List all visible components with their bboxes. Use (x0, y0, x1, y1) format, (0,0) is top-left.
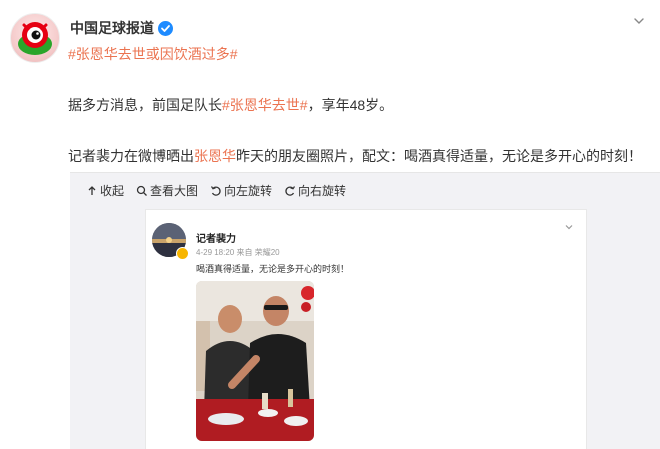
party-photo-illustration (196, 281, 314, 441)
rotate-right-icon (285, 185, 296, 196)
para2-text-before: 记者裴力在微博晒出 (68, 148, 194, 164)
badge-icon (176, 247, 189, 260)
moments-screenshot-card[interactable]: 记者裴力 4-29 18:20 来自 荣耀20 喝酒真得适量，无论是多开心的时刻… (145, 209, 587, 449)
author-avatar[interactable] (10, 13, 60, 63)
chevron-down-icon (565, 225, 573, 230)
card-author-name: 记者裴力 (196, 234, 236, 245)
para2-text-after: 昨天的朋友圈照片，配文：喝酒真得适量，无论是多开心的时刻！ (236, 148, 642, 164)
rotate-left-icon (211, 185, 221, 196)
rotate-right-label: 向右旋转 (298, 184, 347, 198)
author-name[interactable]: 中国足球报道 (70, 18, 154, 38)
collapse-icon (88, 185, 96, 195)
verified-icon (158, 20, 173, 36)
author-name-row: 中国足球报道 (70, 18, 173, 38)
topic-link-suffix[interactable]: 或因饮酒过多# (146, 46, 238, 62)
card-meta: 4-29 18:20 来自 荣耀20 (196, 248, 280, 257)
collapse-button[interactable]: 收起 (86, 182, 124, 199)
para2-name-link[interactable]: 张恩华 (194, 148, 236, 164)
weibo-avatar-icon (18, 22, 52, 55)
rotate-right-button[interactable]: 向右旋转 (284, 182, 346, 199)
para1-text-after: ，享年48岁。 (307, 97, 394, 113)
para1-topic-link[interactable]: #张恩华去世# (222, 97, 308, 113)
para1-text-before: 据多方消息，前国足队长 (68, 97, 222, 113)
media-toolbar: 收起 查看大图 向左旋转 向右旋转 (86, 182, 346, 199)
view-large-label: 查看大图 (150, 184, 199, 198)
post-paragraph-2: 记者裴力在微博晒出张恩华昨天的朋友圈照片，配文：喝酒真得适量，无论是多开心的时刻… (68, 146, 642, 166)
topic-line: #张恩华去世或因饮酒过多# (68, 44, 238, 64)
chevron-down-icon[interactable] (632, 14, 646, 28)
zoom-icon (136, 185, 147, 196)
view-large-button[interactable]: 查看大图 (136, 182, 198, 199)
collapse-label: 收起 (100, 184, 125, 198)
rotate-left-button[interactable]: 向左旋转 (210, 182, 272, 199)
rotate-left-label: 向左旋转 (224, 184, 273, 198)
post-paragraph-1: 据多方消息，前国足队长#张恩华去世#，享年48岁。 (68, 95, 393, 115)
card-text: 喝酒真得适量，无论是多开心的时刻！ (196, 264, 350, 274)
topic-link[interactable]: #张恩华去世 (68, 46, 146, 62)
dinner-photo (196, 281, 314, 441)
